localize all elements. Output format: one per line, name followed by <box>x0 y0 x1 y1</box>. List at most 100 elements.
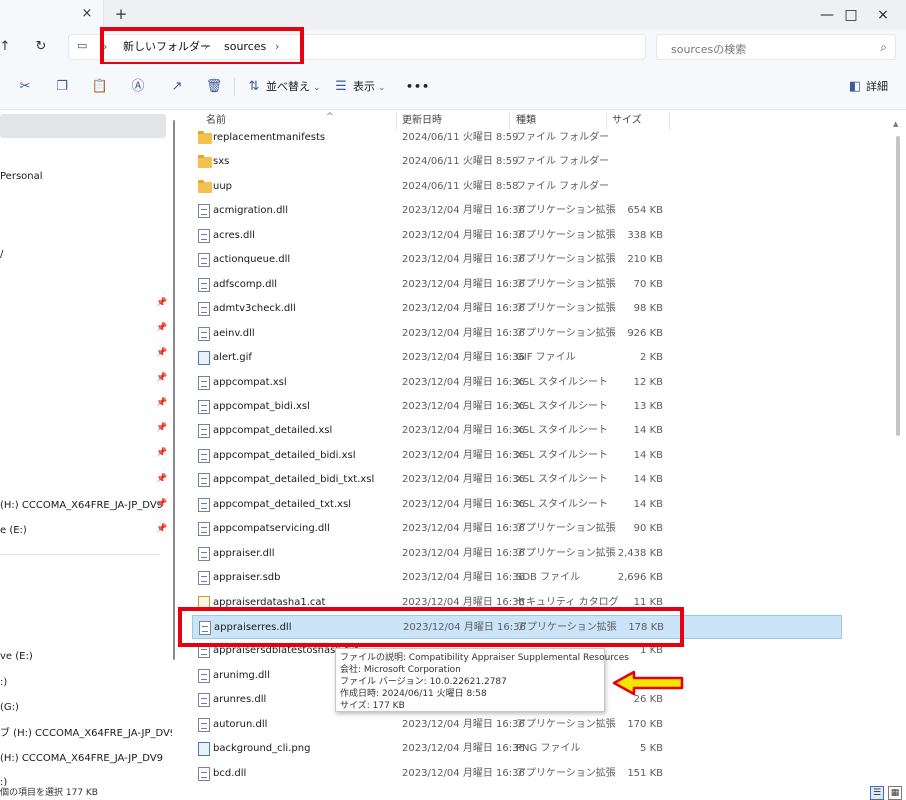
file-type: ファイル フォルダー <box>516 180 610 192</box>
file-row[interactable]: alert.gif 2023/12/04 月曜日 16:36 GIF ファイル 2 K… <box>192 346 842 370</box>
file-date: 2023/12/04 月曜日 16:36 <box>402 449 525 461</box>
file-row[interactable]: appcompat_detailed.xsl 2023/12/04 月曜日 16:… <box>192 419 842 443</box>
pin-icon[interactable]: 📌 <box>156 474 167 484</box>
pin-icon[interactable]: 📌 <box>156 398 167 408</box>
file-icon <box>198 399 210 414</box>
pin-icon[interactable]: 📌 <box>156 524 167 534</box>
file-list-scrollbar[interactable] <box>896 136 900 436</box>
tooltip-company: 会社: Microsoft Corporation <box>340 665 461 675</box>
sidebar-item-blank[interactable]: / <box>0 248 3 262</box>
file-row[interactable]: uup 2024/06/11 火曜日 8:58 ファイル フォルダー <box>192 175 842 199</box>
breadcrumb-new-folder[interactable]: 新しいフォルダー <box>123 40 211 54</box>
sidebar-item-personal[interactable]: Personal <box>0 170 43 184</box>
details-pane-icon[interactable]: ◧ <box>846 78 864 96</box>
file-row[interactable]: appcompat_bidi.xsl 2023/12/04 月曜日 16:36 XS… <box>192 395 842 419</box>
sort-button[interactable]: 並べ替え ⌄ <box>266 80 321 95</box>
pin-icon[interactable]: 📌 <box>156 423 167 433</box>
view-button[interactable]: 表示 ⌄ <box>353 80 386 95</box>
file-date: 2023/12/04 月曜日 16:36 <box>402 254 525 266</box>
copy-icon[interactable]: ❐ <box>53 78 71 96</box>
file-row[interactable]: adfscomp.dll 2023/12/04 月曜日 16:36 アプリケーション… <box>192 273 842 297</box>
file-row[interactable]: background_cli.png 2023/12/04 月曜日 16:36 PN… <box>192 737 842 761</box>
file-type: XSL スタイルシート <box>516 474 608 486</box>
file-row-selected[interactable]: appraiserres.dll 2023/12/04 月曜日 16:36 アプリケ… <box>192 615 842 639</box>
sidebar-item-drive-e[interactable]: e (E:) <box>0 524 27 538</box>
file-size: 2,438 KB <box>617 547 663 559</box>
sidebar-item-drive-h[interactable]: (H:) CCCOMA_X64FRE_JA-JP_DV9 <box>0 499 163 513</box>
file-row[interactable]: actionqueue.dll 2023/12/04 月曜日 16:36 アプリケー… <box>192 248 842 272</box>
new-tab-icon[interactable]: + <box>112 5 130 23</box>
file-row[interactable]: appraiser.sdb 2023/12/04 月曜日 16:36 SDB ファイ… <box>192 566 842 590</box>
scroll-up-icon[interactable]: ▲ <box>893 120 898 128</box>
sidebar-item-drive-e-2[interactable]: ve (E:) <box>0 650 33 664</box>
file-date: 2023/12/04 月曜日 16:36 <box>402 596 525 608</box>
address-bar[interactable]: ▭ › 新しいフォルダー › sources › <box>68 34 646 60</box>
details-view-icon[interactable]: ☰ <box>870 786 884 800</box>
tiles-view-icon[interactable]: ▦ <box>888 786 902 800</box>
file-type: XSL スタイルシート <box>516 449 608 461</box>
more-options-button[interactable]: ••• <box>406 80 430 94</box>
sidebar-item-drive-h-2[interactable]: ブ (H:) CCCOMA_X64FRE_JA-JP_DV9 <box>0 727 172 741</box>
sidebar-scrollbar[interactable] <box>173 120 175 660</box>
breadcrumb-sources[interactable]: sources <box>224 40 266 54</box>
pin-icon[interactable]: 📌 <box>156 373 167 383</box>
file-type: アプリケーション拡張 <box>516 547 616 559</box>
file-row[interactable]: appraiserdatasha1.cat 2023/12/04 月曜日 16:3… <box>192 591 842 615</box>
file-size: 338 KB <box>627 229 663 241</box>
pin-icon[interactable]: 📌 <box>156 323 167 333</box>
refresh-icon[interactable]: ↻ <box>30 36 52 58</box>
sidebar-item-drive-h-3[interactable]: (H:) CCCOMA_X64FRE_JA-JP_DV9 <box>0 752 163 766</box>
file-name: acmigration.dll <box>213 205 288 217</box>
view-icon[interactable]: ☰ <box>332 78 350 96</box>
paste-icon[interactable]: 📋 <box>91 78 109 96</box>
pin-icon[interactable]: 📌 <box>156 348 167 358</box>
tab-close-icon[interactable]: × <box>78 5 96 23</box>
sidebar-item-drive-2[interactable]: :) <box>0 776 7 786</box>
file-name: appcompatservicing.dll <box>213 523 330 535</box>
pin-icon[interactable]: 📌 <box>156 499 167 509</box>
file-icon <box>198 473 210 488</box>
search-input[interactable]: sourcesの検索 ⌕ <box>656 34 896 60</box>
delete-icon[interactable]: 🗑 <box>205 78 223 96</box>
up-arrow-icon[interactable]: ↑ <box>0 36 16 58</box>
file-type: アプリケーション拡張 <box>516 327 616 339</box>
search-icon: ⌕ <box>880 40 887 54</box>
details-button[interactable]: 詳細 <box>866 80 888 94</box>
file-row[interactable]: bcd.dll 2023/12/04 月曜日 16:36 アプリケーション拡張 151… <box>192 762 842 786</box>
sort-icon[interactable]: ⇅ <box>245 78 263 96</box>
file-date: 2023/12/04 月曜日 16:36 <box>402 376 525 388</box>
close-button[interactable]: × <box>860 0 906 30</box>
cut-icon[interactable]: ✂ <box>16 78 34 96</box>
file-row[interactable]: appcompatservicing.dll 2023/12/04 月曜日 16:… <box>192 517 842 541</box>
file-row[interactable]: appcompat_detailed_txt.xsl 2023/12/04 月曜日… <box>192 493 842 517</box>
file-name: arunimg.dll <box>213 669 270 681</box>
file-size: 5 KB <box>640 743 663 755</box>
file-type: ファイル フォルダー <box>516 132 610 143</box>
file-type: XSL スタイルシート <box>516 376 608 388</box>
file-row[interactable]: appcompat_detailed_bidi_txt.xsl 2023/12/0… <box>192 468 842 492</box>
file-icon <box>198 448 210 463</box>
file-row[interactable]: sxs 2024/06/11 火曜日 8:59 ファイル フォルダー <box>192 150 842 174</box>
sidebar-item-drive-g[interactable]: (G:) <box>0 701 19 715</box>
sidebar-item-drive[interactable]: :) <box>0 676 7 690</box>
file-date: 2023/12/04 月曜日 16:36 <box>402 767 525 779</box>
catalog-file-icon <box>198 595 210 610</box>
file-row[interactable]: appraiser.dll 2023/12/04 月曜日 16:36 アプリケーショ… <box>192 542 842 566</box>
share-icon[interactable]: ↗ <box>168 78 186 96</box>
file-row[interactable]: aeinv.dll 2023/12/04 月曜日 16:36 アプリケーション拡張 9… <box>192 322 842 346</box>
file-size: 90 KB <box>633 523 663 535</box>
file-row[interactable]: acmigration.dll 2023/12/04 月曜日 16:36 アプリケー… <box>192 199 842 223</box>
active-tab[interactable]: × <box>0 0 104 30</box>
pin-icon[interactable]: 📌 <box>156 298 167 308</box>
file-row[interactable]: appcompat_detailed_bidi.xsl 2023/12/04 月曜… <box>192 444 842 468</box>
file-row[interactable]: admtv3check.dll 2023/12/04 月曜日 16:36 アプリケー… <box>192 297 842 321</box>
file-row[interactable]: autorun.dll 2023/12/04 月曜日 16:36 アプリケーション拡… <box>192 713 842 737</box>
rename-icon[interactable]: Ⓐ <box>129 78 147 96</box>
sidebar-selected-item[interactable] <box>0 114 166 138</box>
file-date: 2023/12/04 月曜日 16:36 <box>402 547 525 559</box>
file-row[interactable]: acres.dll 2023/12/04 月曜日 16:36 アプリケーション拡張 3… <box>192 224 842 248</box>
file-row[interactable]: replacementmanifests 2024/06/11 火曜日 8:59 フ… <box>192 126 842 150</box>
file-row[interactable]: appcompat.xsl 2023/12/04 月曜日 16:36 XSL スタイ… <box>192 371 842 395</box>
pin-icon[interactable]: 📌 <box>156 448 167 458</box>
file-date: 2023/12/04 月曜日 16:36 <box>402 400 525 412</box>
